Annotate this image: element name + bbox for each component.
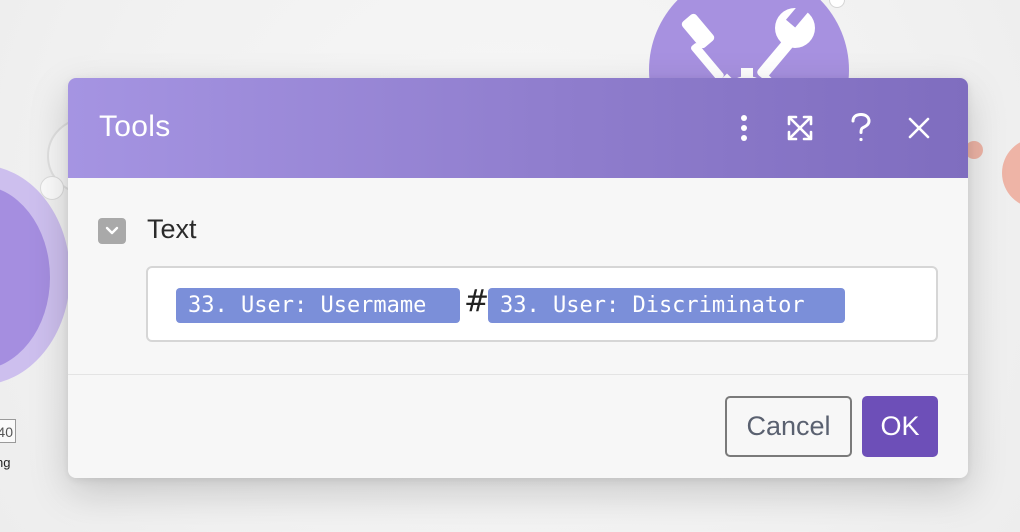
right-module-bubble[interactable]: [1002, 138, 1020, 208]
ok-button[interactable]: OK: [862, 396, 938, 457]
text-field-label: Text: [147, 214, 197, 244]
dialog-title: Tools: [99, 110, 171, 143]
mapped-token-username[interactable]: 33. User: Usermame: [176, 288, 460, 323]
mapped-token-discriminator[interactable]: 33. User: Discriminator: [488, 288, 845, 323]
cancel-button[interactable]: Cancel: [725, 396, 852, 457]
module-label: ng: [0, 455, 11, 470]
close-icon: [908, 117, 930, 139]
connector-dot: [829, 0, 845, 8]
close-button[interactable]: [899, 108, 939, 148]
module-id-badge: 40: [0, 419, 16, 443]
more-vertical-icon: [741, 115, 747, 141]
text-field-input[interactable]: 33. User: Usermame # 33. User: Discrimin…: [146, 266, 938, 342]
help-button[interactable]: [841, 108, 881, 148]
tools-dialog: Tools Text 33. User: Usermame # 33. User…: [68, 78, 968, 478]
chevron-down-icon: [105, 226, 119, 235]
dialog-header: Tools: [68, 78, 968, 178]
token-separator: #: [464, 284, 490, 319]
more-options-button[interactable]: [724, 108, 764, 148]
expand-icon: [787, 115, 813, 141]
footer-divider: [68, 374, 968, 375]
maximize-button[interactable]: [780, 108, 820, 148]
help-icon: [851, 113, 871, 142]
scenario-canvas: 40 ng Tools: [0, 0, 1020, 532]
field-collapse-toggle[interactable]: [98, 218, 126, 244]
